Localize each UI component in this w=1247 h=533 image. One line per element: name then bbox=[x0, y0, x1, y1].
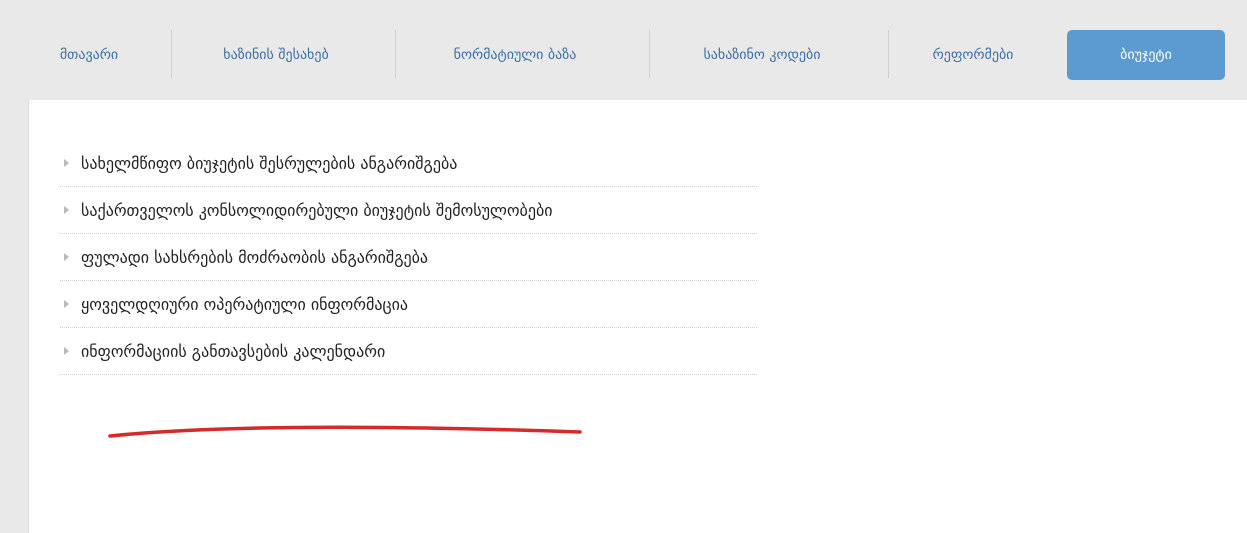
triangle-right-icon bbox=[64, 347, 69, 355]
list-item-label: სახელმწიფო ბიუჯეტის შესრულების ანგარიშგე… bbox=[81, 153, 458, 173]
nav-divider bbox=[649, 30, 650, 78]
list-item-label: ინფორმაციის განთავსების კალენდარი bbox=[81, 341, 386, 361]
nav-item-regulatory-base[interactable]: ნორმატიული ბაზა bbox=[398, 30, 632, 80]
list-item-label: ყოველდღიური ოპერატიული ინფორმაცია bbox=[81, 294, 409, 314]
list-item-consolidated-budget-revenues[interactable]: საქართველოს კონსოლიდირებული ბიუჯეტის შემ… bbox=[60, 187, 757, 234]
list-item-cash-flow-statement[interactable]: ფულადი სახსრების მოძრაობის ანგარიშგება bbox=[60, 234, 757, 281]
nav-divider bbox=[395, 30, 396, 78]
nav-item-reforms[interactable]: რეფორმები bbox=[892, 30, 1054, 80]
budget-links-list: სახელმწიფო ბიუჯეტის შესრულების ანგარიშგე… bbox=[60, 140, 757, 375]
nav-item-budget[interactable]: ბიუჯეტი bbox=[1067, 30, 1225, 80]
list-item-state-budget-execution-report[interactable]: სახელმწიფო ბიუჯეტის შესრულების ანგარიშგე… bbox=[60, 140, 757, 187]
top-navigation: მთავარი ხაზინის შესახებ ნორმატიული ბაზა … bbox=[0, 0, 1247, 100]
triangle-right-icon bbox=[64, 253, 69, 261]
triangle-right-icon bbox=[64, 300, 69, 308]
nav-divider bbox=[888, 30, 889, 78]
list-item-label: საქართველოს კონსოლიდირებული ბიუჯეტის შემ… bbox=[81, 200, 553, 220]
nav-divider bbox=[171, 30, 172, 78]
triangle-right-icon bbox=[64, 206, 69, 214]
list-item-label: ფულადი სახსრების მოძრაობის ანგარიშგება bbox=[81, 247, 429, 267]
list-item-daily-operational-information[interactable]: ყოველდღიური ოპერატიული ინფორმაცია bbox=[60, 281, 757, 328]
nav-item-treasury-codes[interactable]: სახაზინო კოდები bbox=[652, 30, 872, 80]
nav-item-about-treasury[interactable]: ხაზინის შესახებ bbox=[175, 30, 377, 80]
triangle-right-icon bbox=[64, 159, 69, 167]
nav-item-home[interactable]: მთავარი bbox=[20, 30, 158, 80]
list-item-information-release-calendar[interactable]: ინფორმაციის განთავსების კალენდარი bbox=[60, 328, 757, 375]
